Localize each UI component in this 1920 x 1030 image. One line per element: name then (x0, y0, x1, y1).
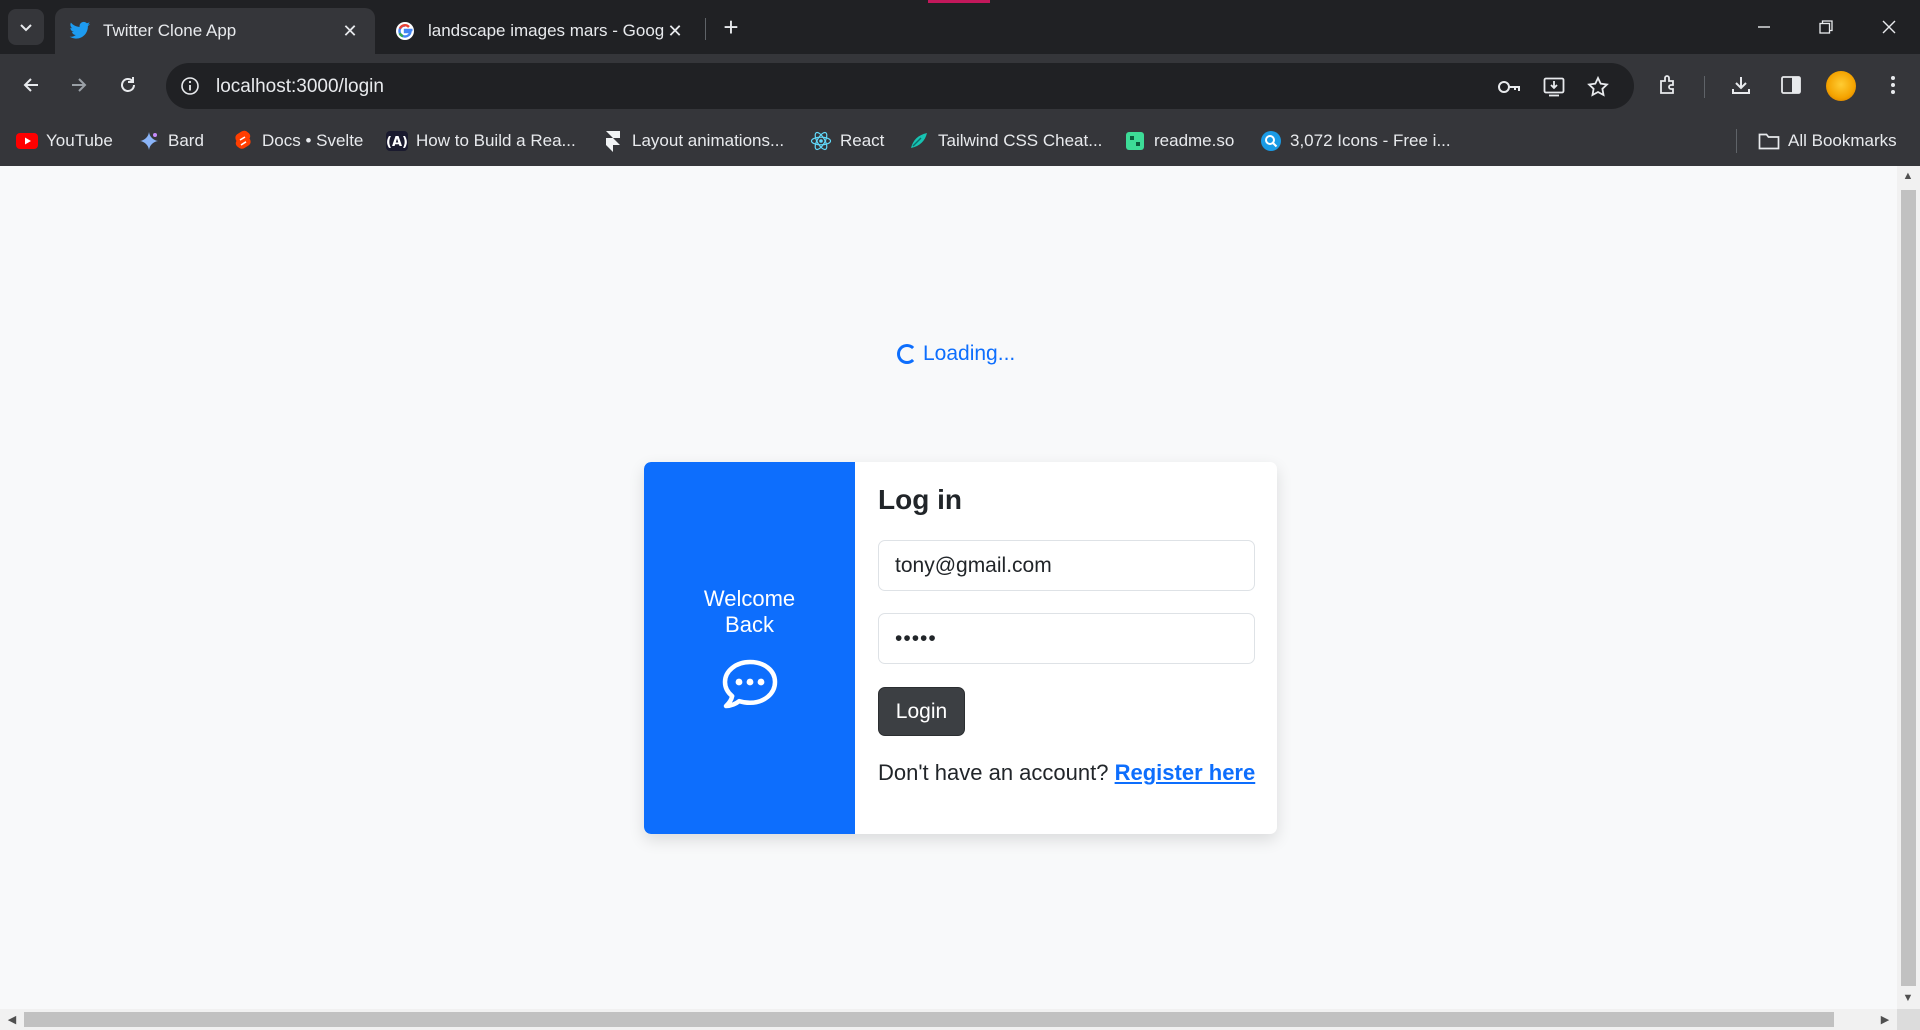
password-field[interactable] (878, 613, 1255, 664)
chevron-down-icon (20, 24, 32, 32)
tab-group-accent (928, 0, 990, 3)
tab-divider (705, 18, 706, 40)
all-bookmarks[interactable]: All Bookmarks (1758, 128, 1897, 154)
minimize-icon (1758, 26, 1770, 28)
welcome-panel: Welcome Back (644, 462, 855, 834)
site-info-icon[interactable] (178, 74, 202, 98)
bookmark-label: Docs • Svelte (262, 131, 364, 150)
close-tab-icon[interactable]: ✕ (664, 20, 686, 42)
close-icon (1882, 20, 1896, 34)
restore-icon (1819, 20, 1833, 34)
login-card: Welcome Back Log in Login Don't have an … (644, 462, 1277, 834)
side-panel-icon[interactable] (1776, 70, 1806, 100)
vertical-scroll-thumb[interactable] (1901, 190, 1916, 986)
page-viewport: Loading... Welcome Back Log in Login Don… (0, 166, 1897, 1009)
url-text[interactable]: localhost:3000/login (216, 76, 384, 98)
back-button[interactable] (12, 66, 50, 104)
react-icon (810, 130, 832, 152)
tab-search-button[interactable] (8, 9, 44, 45)
bookmark-label: How to Build a Rea... (416, 131, 576, 150)
password-key-icon[interactable] (1496, 74, 1522, 100)
close-window-button[interactable] (1858, 0, 1920, 54)
reload-icon (121, 77, 135, 92)
bookmarks-bar: YouTube Bard Docs • Svelte (A) How to Bu… (0, 116, 1920, 166)
no-account-text: Don't have an account? (878, 760, 1109, 785)
google-icon (394, 20, 416, 42)
scroll-down-arrow-icon[interactable]: ▼ (1902, 992, 1914, 1004)
framer-icon (602, 130, 624, 152)
extensions-puzzle-icon[interactable] (1654, 70, 1684, 100)
bookmark-label: Tailwind CSS Cheat... (938, 131, 1103, 150)
scroll-up-arrow-icon[interactable]: ▲ (1902, 170, 1914, 182)
browser-toolbar: localhost:3000/login (0, 54, 1920, 116)
more-menu-icon[interactable] (1878, 70, 1908, 100)
bookmark-svelte-docs[interactable]: Docs • Svelte (232, 128, 363, 154)
address-bar[interactable]: localhost:3000/login (166, 63, 1634, 109)
tab-strip: Twitter Clone App ✕ landscape images mar… (0, 0, 1920, 54)
chat-bubble-icon (722, 659, 777, 709)
bookmark-label: React (840, 131, 885, 150)
profile-avatar[interactable] (1826, 71, 1856, 101)
register-prompt: Don't have an account? Register here (878, 760, 1255, 786)
arrow-left-icon (23, 78, 38, 92)
register-link[interactable]: Register here (1115, 760, 1256, 785)
scrollbar-corner (1897, 1009, 1920, 1030)
horizontal-scroll-thumb[interactable] (24, 1012, 1834, 1027)
login-button[interactable]: Login (878, 687, 965, 736)
bookmark-bard[interactable]: Bard (138, 128, 204, 154)
restore-button[interactable] (1795, 0, 1857, 54)
bookmark-tailwind-cheat[interactable]: Tailwind CSS Cheat... (908, 128, 1102, 154)
tab-title: Twitter Clone App (103, 21, 237, 40)
react-build-icon: (A) (386, 130, 408, 152)
bookmark-label: YouTube (46, 131, 113, 150)
readme-icon (1124, 130, 1146, 152)
bookmark-label: 3,072 Icons - Free i... (1290, 131, 1451, 150)
bookmark-star-icon[interactable] (1585, 74, 1611, 100)
welcome-text: Welcome Back (703, 586, 796, 637)
loading-indicator: Loading... (897, 342, 1015, 366)
tailwind-icon (908, 130, 930, 152)
youtube-icon (16, 130, 38, 152)
toolbar-divider (1704, 76, 1705, 98)
install-app-icon[interactable] (1541, 74, 1567, 100)
new-tab-button[interactable]: + (716, 12, 746, 42)
bookmark-icons[interactable]: 3,072 Icons - Free i... (1260, 128, 1451, 154)
arrow-right-icon (72, 78, 87, 92)
folder-icon (1758, 130, 1780, 152)
icons-search-icon (1260, 130, 1282, 152)
downloads-icon[interactable] (1726, 70, 1756, 100)
bookmark-readme[interactable]: readme.so (1124, 128, 1234, 154)
scroll-right-arrow-icon[interactable]: ▶ (1879, 1013, 1891, 1026)
login-title: Log in (878, 484, 962, 515)
horizontal-scrollbar[interactable]: ◀ ▶ (0, 1009, 1897, 1030)
tab-twitter-clone[interactable]: Twitter Clone App ✕ (55, 8, 375, 54)
vertical-scrollbar[interactable]: ▲ ▼ (1897, 166, 1920, 1009)
bookmark-label: Layout animations... (632, 131, 785, 150)
spinner-icon (897, 344, 917, 364)
bookmark-build-react[interactable]: (A) How to Build a Rea... (386, 128, 576, 154)
reload-button[interactable] (109, 66, 147, 104)
minimize-button[interactable] (1733, 0, 1795, 54)
all-bookmarks-label: All Bookmarks (1788, 131, 1897, 150)
forward-button[interactable] (60, 66, 98, 104)
tab-google-search[interactable]: landscape images mars - Goog ✕ (380, 8, 700, 54)
bookmarks-divider (1736, 129, 1737, 153)
email-field[interactable] (878, 540, 1255, 591)
bard-sparkle-icon (138, 130, 160, 152)
login-form: Log in Login Don't have an account? Regi… (878, 462, 1258, 834)
bookmark-label: readme.so (1154, 131, 1235, 150)
bookmark-react[interactable]: React (810, 128, 884, 154)
bookmark-label: Bard (168, 131, 204, 150)
bookmark-layout-animations[interactable]: Layout animations... (602, 128, 784, 154)
close-tab-icon[interactable]: ✕ (339, 20, 361, 42)
svg-text:(A): (A) (386, 135, 408, 150)
svelte-icon (232, 130, 254, 152)
scroll-left-arrow-icon[interactable]: ◀ (6, 1013, 18, 1026)
loading-text: Loading... (923, 342, 1016, 365)
tab-title: landscape images mars - Goog (428, 21, 664, 40)
bookmark-youtube[interactable]: YouTube (16, 128, 113, 154)
twitter-bird-icon (69, 20, 91, 42)
